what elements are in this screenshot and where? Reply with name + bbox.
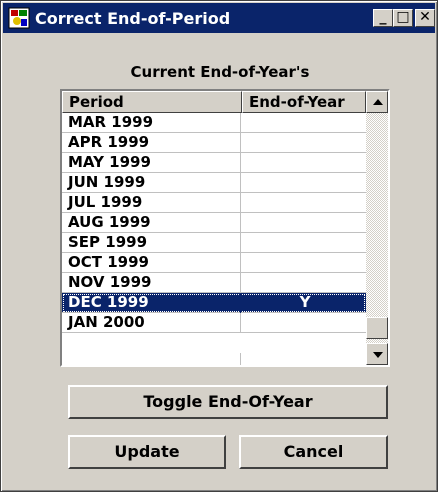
table-row[interactable]: OCT 1999: [62, 253, 366, 273]
table-row[interactable]: DEC 1999 Y: [62, 293, 366, 313]
arrow-up-icon: [373, 99, 383, 105]
column-divider: [240, 293, 241, 313]
period-cell: DEC 1999: [68, 293, 149, 311]
column-divider: [240, 133, 241, 153]
dialog-window: Correct End-of-Period _ □ ✕ Current End-…: [0, 0, 438, 492]
table-row[interactable]: JAN 2000: [62, 313, 366, 333]
cancel-button[interactable]: Cancel: [239, 435, 388, 469]
column-divider: [240, 113, 241, 133]
period-grid[interactable]: Period End-of-Year MAR 1999 APR 1999 MAY 1…: [60, 89, 390, 367]
period-cell: MAY 1999: [68, 153, 151, 171]
column-divider: [240, 253, 241, 273]
table-row[interactable]: APR 1999: [62, 133, 366, 153]
column-divider: [240, 233, 241, 253]
period-cell: AUG 1999: [68, 213, 151, 231]
period-cell: NOV 1999: [68, 273, 152, 291]
toggle-end-of-year-button[interactable]: Toggle End-Of-Year: [68, 385, 388, 419]
grid-rows: MAR 1999 APR 1999 MAY 1999 JUN 1999 JUL 1999…: [62, 113, 366, 333]
table-row[interactable]: MAR 1999: [62, 113, 366, 133]
table-row[interactable]: NOV 1999: [62, 273, 366, 293]
table-row[interactable]: JUL 1999: [62, 193, 366, 213]
period-cell: OCT 1999: [68, 253, 149, 271]
minimize-button[interactable]: _: [373, 9, 393, 27]
maximize-button[interactable]: □: [393, 9, 413, 27]
column-divider: [240, 353, 241, 365]
title-bar[interactable]: Correct End-of-Period _ □ ✕: [3, 3, 435, 33]
period-cell: JAN 2000: [68, 313, 145, 331]
maximize-icon: □: [396, 9, 410, 25]
update-button[interactable]: Update: [68, 435, 226, 469]
scroll-thumb[interactable]: [366, 317, 388, 339]
period-cell: JUN 1999: [68, 173, 146, 191]
column-divider: [240, 273, 241, 293]
app-icon: [8, 7, 30, 29]
window-title: Correct End-of-Period: [35, 8, 231, 28]
column-divider: [240, 213, 241, 233]
vertical-scrollbar[interactable]: [366, 91, 388, 365]
scroll-up-button[interactable]: [366, 91, 388, 113]
column-divider: [240, 193, 241, 213]
column-divider: [240, 173, 241, 193]
column-divider: [240, 153, 241, 173]
end-of-year-cell: Y: [299, 293, 311, 311]
column-divider: [240, 313, 241, 333]
period-cell: SEP 1999: [68, 233, 148, 251]
table-row[interactable]: SEP 1999: [62, 233, 366, 253]
column-header-end-of-year[interactable]: End-of-Year: [242, 91, 366, 113]
table-row[interactable]: AUG 1999: [62, 213, 366, 233]
period-cell: JUL 1999: [68, 193, 143, 211]
minimize-icon: _: [379, 9, 387, 25]
period-cell: APR 1999: [68, 133, 150, 151]
period-cell: MAR 1999: [68, 113, 154, 131]
close-icon: ✕: [419, 9, 431, 25]
table-row[interactable]: MAY 1999: [62, 153, 366, 173]
table-row[interactable]: JUN 1999: [62, 173, 366, 193]
close-button[interactable]: ✕: [415, 9, 435, 27]
arrow-down-icon: [373, 352, 383, 358]
grid-caption: Current End-of-Year's: [130, 63, 310, 81]
scroll-down-button[interactable]: [366, 343, 388, 365]
column-header-period[interactable]: Period: [62, 91, 242, 113]
